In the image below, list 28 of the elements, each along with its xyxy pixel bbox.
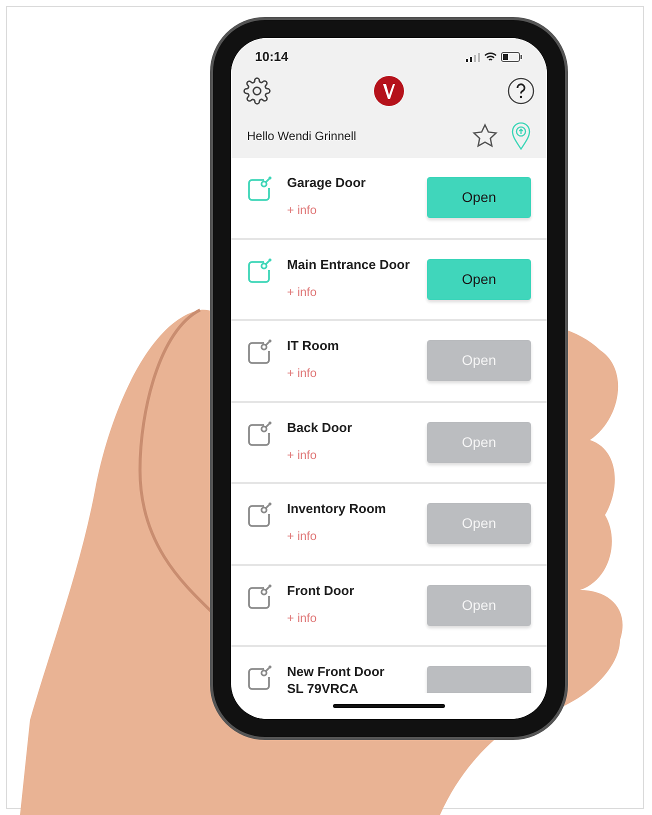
open-button[interactable]: Open [427,340,531,381]
info-link[interactable]: + info [287,446,427,464]
open-button[interactable]: Open [427,258,531,300]
wifi-icon [484,52,497,62]
open-button[interactable]: Open [427,503,531,544]
door-name: Main Entrance Door [287,256,411,272]
logo-icon [374,76,404,106]
signal-icon [466,52,480,62]
door-name: Front Door [287,582,356,598]
battery-icon [501,52,523,62]
open-button[interactable]: Open [427,177,531,218]
info-link[interactable]: + info [287,282,427,300]
door-name: IT Room [287,337,340,354]
door-name: New Front Door SL 79VRCA [287,663,386,693]
door-name: Back Door [287,418,354,436]
info-link[interactable]: + info [287,527,427,545]
open-button[interactable]: Open [427,584,531,626]
status-time: 10:14 [255,48,288,66]
door-name: Inventory Room [287,500,387,517]
greeting-text: Hello Wendi Grinnell [247,128,356,145]
help-icon[interactable] [507,77,535,105]
info-link[interactable]: + info [287,201,427,219]
door-name: Garage Door [287,174,367,191]
star-icon[interactable] [471,122,499,150]
info-link[interactable]: + info [287,364,427,382]
open-button[interactable]: Open [427,422,531,462]
settings-icon[interactable] [243,77,271,105]
info-link[interactable]: + info [287,608,427,626]
